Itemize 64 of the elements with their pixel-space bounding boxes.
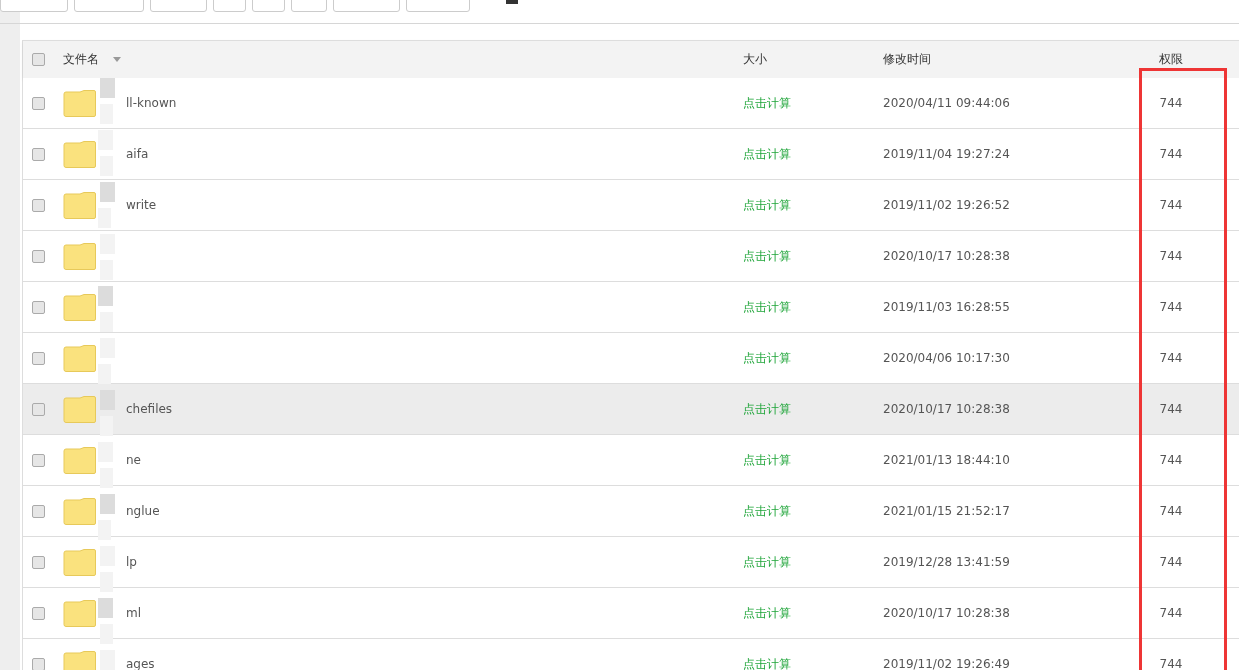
- folder-icon: [63, 191, 96, 219]
- permissions-value: 744: [1158, 300, 1184, 314]
- folder-icon: [63, 548, 96, 576]
- permissions-value: 744: [1158, 555, 1184, 569]
- permissions-value: 744: [1158, 402, 1184, 416]
- file-name[interactable]: aifa: [126, 147, 149, 161]
- row-checkbox[interactable]: [32, 147, 45, 161]
- row-checkbox[interactable]: [32, 504, 45, 518]
- sort-caret-icon: [113, 57, 121, 62]
- modified-time: 2020/10/17 10:28:38: [883, 402, 1011, 416]
- file-name[interactable]: lp: [126, 555, 137, 569]
- permissions-value: 744: [1158, 249, 1184, 263]
- row-checkbox[interactable]: [32, 300, 45, 314]
- column-header[interactable]: 大小: [743, 51, 883, 68]
- modified-time: 2020/04/11 09:44:06: [883, 96, 1011, 110]
- row-checkbox[interactable]: [32, 198, 45, 212]
- row-checkbox[interactable]: [32, 606, 45, 620]
- modified-time: 2020/10/17 10:28:38: [883, 249, 1011, 263]
- file-name[interactable]: write: [126, 198, 157, 212]
- permissions-value: 744: [1158, 504, 1184, 518]
- file-name[interactable]: ne: [126, 453, 141, 467]
- row-checkbox[interactable]: [32, 249, 45, 263]
- folder-icon: [63, 344, 96, 372]
- select-all-checkbox[interactable]: [32, 53, 45, 66]
- file-name[interactable]: ml: [126, 606, 142, 620]
- folder-icon: [63, 89, 96, 117]
- modified-time: 2020/04/06 10:17:30: [883, 351, 1011, 365]
- modified-time: 2021/01/13 18:44:10: [883, 453, 1011, 467]
- file-name[interactable]: nglue: [126, 504, 160, 518]
- modified-time: 2019/11/04 19:27:24: [883, 147, 1011, 161]
- row-checkbox[interactable]: [32, 555, 45, 569]
- permissions-value: 744: [1158, 453, 1184, 467]
- file-row[interactable]: chefiles 点击计算 2020/10/17 10:28:38 744: [23, 384, 1239, 435]
- permissions-value: 744: [1158, 198, 1184, 212]
- folder-icon: [63, 650, 96, 670]
- folder-icon: [63, 446, 96, 474]
- permissions-value: 744: [1158, 657, 1184, 670]
- row-checkbox[interactable]: [32, 96, 45, 110]
- row-checkbox[interactable]: [32, 402, 45, 416]
- column-header[interactable]: 权限: [1127, 51, 1215, 68]
- permissions-value: 744: [1158, 96, 1184, 110]
- column-header[interactable]: 修改时间: [883, 51, 1127, 68]
- permissions-value: 744: [1158, 147, 1184, 161]
- file-name[interactable]: ages: [126, 657, 155, 670]
- modified-time: 2019/11/02 19:26:49: [883, 657, 1011, 670]
- folder-icon: [63, 242, 96, 270]
- row-checkbox[interactable]: [32, 351, 45, 365]
- file-name[interactable]: ll-known: [126, 96, 177, 110]
- folder-icon: [63, 395, 96, 423]
- modified-time: 2019/11/03 16:28:55: [883, 300, 1011, 314]
- folder-icon: [63, 140, 96, 168]
- permissions-value: 744: [1158, 606, 1184, 620]
- permissions-value: 744: [1158, 351, 1184, 365]
- file-name[interactable]: chefiles: [126, 402, 173, 416]
- row-checkbox[interactable]: [32, 453, 45, 467]
- modified-time: 2019/12/28 13:41:59: [883, 555, 1011, 569]
- modified-time: 2021/01/15 21:52:17: [883, 504, 1011, 518]
- row-checkbox[interactable]: [32, 657, 45, 670]
- folder-icon: [63, 497, 96, 525]
- modified-time: 2019/11/02 19:26:52: [883, 198, 1011, 212]
- column-header[interactable]: 文件名: [63, 51, 743, 68]
- folder-icon: [63, 599, 96, 627]
- modified-time: 2020/10/17 10:28:38: [883, 606, 1011, 620]
- folder-icon: [63, 293, 96, 321]
